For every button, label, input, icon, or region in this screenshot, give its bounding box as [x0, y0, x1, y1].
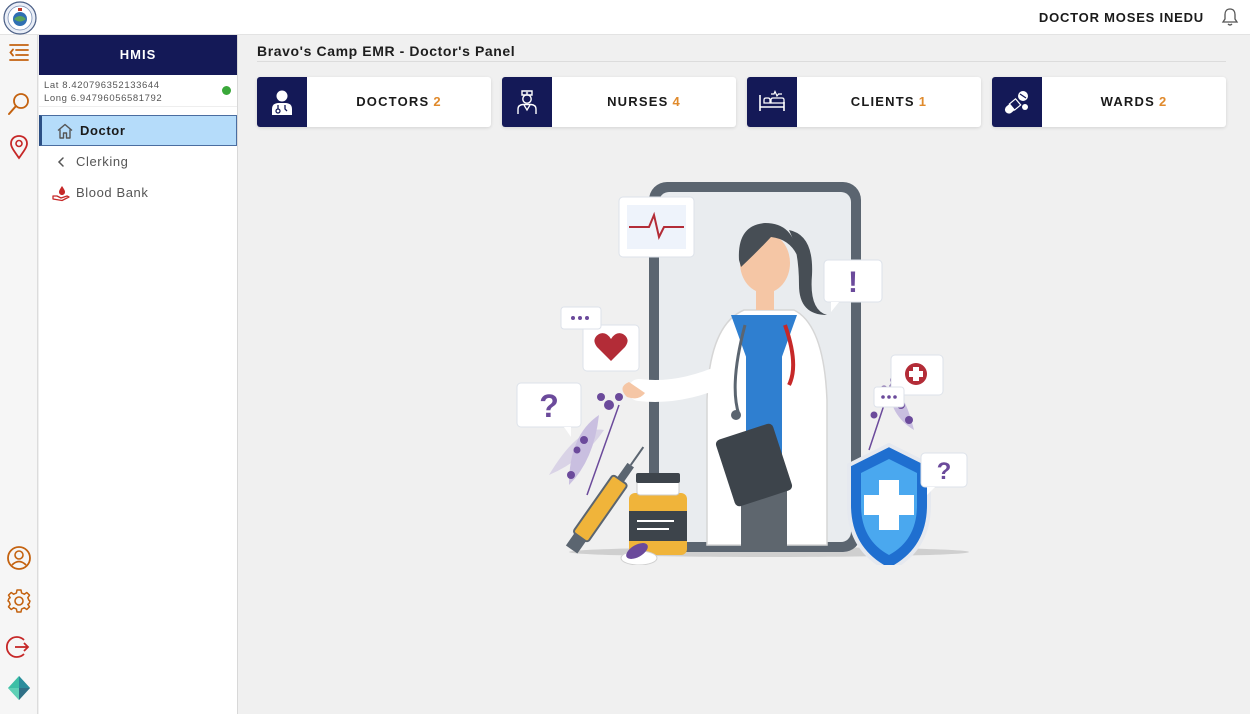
- stat-label: CLIENTS: [850, 94, 915, 109]
- svg-text:?: ?: [539, 388, 559, 424]
- stat-count: 1: [918, 94, 928, 109]
- svg-text:?: ?: [937, 458, 952, 485]
- question-bubble-left: ?: [516, 382, 582, 437]
- location-pin-icon[interactable]: [6, 134, 32, 160]
- sidebar-item-label: Blood Bank: [76, 185, 149, 200]
- page-title: Bravo's Camp EMR - Doctor's Panel: [257, 43, 516, 59]
- home-icon: [57, 123, 73, 139]
- svg-text:!: !: [848, 266, 858, 299]
- latitude: Lat 8.420796352133644: [44, 80, 160, 91]
- nurse-icon: [517, 90, 537, 114]
- longitude: Long 6.94796056581792: [44, 93, 163, 104]
- chevron-left-icon: [57, 156, 64, 167]
- organization-logo[interactable]: [2, 1, 38, 35]
- stat-count: 2: [433, 94, 442, 109]
- stat-card-clients[interactable]: CLIENTS 1: [747, 77, 981, 127]
- sidebar-item-blood-bank[interactable]: Blood Bank: [39, 177, 237, 208]
- user-name[interactable]: DOCTOR MOSES INEDU: [1039, 10, 1204, 25]
- dots-bubble-right: [873, 386, 905, 408]
- question-bubble-right: ?: [920, 452, 968, 495]
- bed-icon: [759, 89, 785, 111]
- search-icon[interactable]: [6, 91, 32, 117]
- heart-bubble: [582, 324, 640, 372]
- stat-label: WARDS: [1100, 94, 1155, 109]
- sidebar-item-doctor[interactable]: Doctor: [39, 115, 237, 146]
- pills-icon: [1004, 91, 1028, 114]
- notification-bell-icon[interactable]: [1221, 7, 1239, 27]
- doctor-illustration: ? ! ?: [516, 182, 969, 565]
- gps-coordinates: Lat 8.420796352133644 Long 6.94796056581…: [39, 75, 237, 107]
- side-panel-title: HMIS: [39, 35, 237, 75]
- heart-rate-bubble: [618, 196, 695, 258]
- logout-icon[interactable]: [6, 634, 32, 660]
- sidebar-item-clerking[interactable]: Clerking: [39, 146, 237, 177]
- main-content: Bravo's Camp EMR - Doctor's Panel DOCTOR…: [239, 35, 1250, 714]
- app-logo-icon[interactable]: [6, 675, 32, 701]
- stat-label: DOCTORS: [356, 94, 430, 109]
- dots-bubble-left: [560, 306, 602, 330]
- sidebar-item-label: Doctor: [80, 123, 126, 138]
- side-panel: HMIS Lat 8.420796352133644 Long 6.947960…: [39, 35, 238, 714]
- blood-bank-icon: [52, 185, 70, 201]
- menu-icon[interactable]: [6, 40, 32, 66]
- title-divider: [257, 61, 1226, 62]
- side-menu: Doctor Clerking Blood Bank: [39, 115, 237, 208]
- gps-status-dot: [222, 86, 231, 95]
- icon-rail: [0, 35, 38, 714]
- settings-icon[interactable]: [6, 588, 32, 614]
- stat-card-wards[interactable]: WARDS 2: [992, 77, 1226, 127]
- stat-label: NURSES: [607, 94, 669, 109]
- top-bar: DOCTOR MOSES INEDU: [0, 0, 1250, 35]
- stat-count: 4: [672, 94, 681, 109]
- stat-card-doctors[interactable]: DOCTORS 2: [257, 77, 491, 127]
- profile-icon[interactable]: [6, 545, 32, 571]
- stat-count: 2: [1158, 94, 1168, 109]
- sidebar-item-label: Clerking: [76, 154, 129, 169]
- stat-card-nurses[interactable]: NURSES 4: [502, 77, 736, 127]
- doctor-icon: [272, 90, 292, 115]
